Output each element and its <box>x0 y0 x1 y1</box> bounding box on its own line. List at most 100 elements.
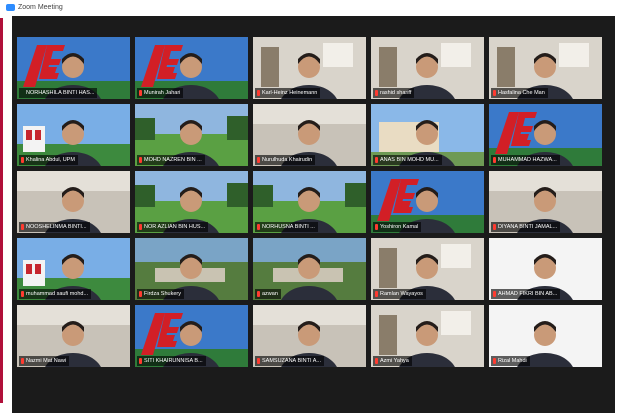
participant-name-label: AHMAD FIKRI BIN AB... <box>491 289 561 299</box>
participant-video-tile[interactable]: ANAS BIN MOHD MU... <box>371 104 484 166</box>
participant-video-tile[interactable]: NORHUSNA BINTI ... <box>253 171 366 233</box>
participant-video-tile[interactable]: Ramlan Wayayos <box>371 238 484 300</box>
muted-mic-icon <box>139 358 142 364</box>
participant-name: Nurulhuda Khairudin <box>262 157 313 163</box>
participant-name-label: MUHAMMAD HAZWA... <box>491 155 560 165</box>
zoom-logo-icon <box>6 4 15 11</box>
participant-video-tile[interactable]: Munirah Jahari <box>135 37 248 99</box>
participant-video-tile[interactable]: DIYANA BINTI JAMAL... <box>489 171 602 233</box>
participant-name-label: Firdza Shukery <box>137 289 184 299</box>
participant-name: AHMAD FIKRI BIN AB... <box>498 291 558 297</box>
participant-name-label: Khalina Abdul, UPM <box>19 155 78 165</box>
participant-name: MUHAMMAD HAZWA... <box>498 157 557 163</box>
participant-name-label: NORHUSNA BINTI ... <box>255 222 318 232</box>
participant-video-tile[interactable]: Karl-Heinz Heinemann <box>253 37 366 99</box>
muted-mic-icon <box>375 358 378 364</box>
muted-mic-icon <box>21 358 24 364</box>
participant-name: NOR AZLIAN BIN HUS... <box>144 224 206 230</box>
participant-name-label: SAMSUZANA BINTI A... <box>255 356 324 366</box>
participant-name: rashid shariff <box>380 90 412 96</box>
participant-name-label: Karl-Heinz Heinemann <box>255 88 321 98</box>
muted-mic-icon <box>257 291 260 297</box>
participant-name-label: Ramlan Wayayos <box>373 289 426 299</box>
participant-name: SAMSUZANA BINTI A... <box>262 358 321 364</box>
participant-name-label: NOR AZLIAN BIN HUS... <box>137 222 209 232</box>
participant-name: MOHD NAZREN BIN ... <box>144 157 202 163</box>
participant-name: Yoshiron Kamal <box>380 224 419 230</box>
muted-mic-icon <box>493 90 496 96</box>
muted-mic-icon <box>375 224 378 230</box>
participant-name-label: Rizal Mahdi <box>491 356 530 366</box>
muted-mic-icon <box>257 157 260 163</box>
background-window-edge <box>0 18 3 403</box>
participant-video-tile[interactable]: Hasfalina Che Man <box>489 37 602 99</box>
participant-video-tile[interactable]: MOHD NAZREN BIN ... <box>135 104 248 166</box>
participant-name-label: Nurulhuda Khairudin <box>255 155 316 165</box>
participant-name: DIYANA BINTI JAMAL... <box>498 224 558 230</box>
muted-mic-icon <box>375 291 378 297</box>
participant-name-label: Munirah Jahari <box>137 88 184 98</box>
participant-name: Munirah Jahari <box>144 90 181 96</box>
muted-mic-icon <box>257 90 260 96</box>
muted-mic-icon <box>493 358 496 364</box>
participant-video-tile[interactable]: Firdza Shukery <box>135 238 248 300</box>
muted-mic-icon <box>21 157 24 163</box>
muted-mic-icon <box>139 157 142 163</box>
participant-name-label: Azmi Yahya <box>373 356 412 366</box>
participant-video-tile[interactable]: NORHASHILA BINTI HAS... <box>17 37 130 99</box>
participant-video-tile[interactable]: SAMSUZANA BINTI A... <box>253 305 366 367</box>
muted-mic-icon <box>257 224 260 230</box>
title-bar: Zoom Meeting <box>0 0 629 16</box>
muted-mic-icon <box>375 157 378 163</box>
muted-mic-icon <box>375 90 378 96</box>
muted-mic-icon <box>257 358 260 364</box>
muted-mic-icon <box>21 291 24 297</box>
participant-name: Firdza Shukery <box>144 291 181 297</box>
participant-video-tile[interactable]: Rizal Mahdi <box>489 305 602 367</box>
participant-name-label: SITI KHAIRUNNISA B... <box>137 356 206 366</box>
muted-mic-icon <box>493 224 496 230</box>
participant-name-label: Nazmi Mat Nawi <box>19 356 70 366</box>
participant-name-label: Hasfalina Che Man <box>491 88 548 98</box>
participant-video-tile[interactable]: Azmi Yahya <box>371 305 484 367</box>
muted-mic-icon <box>493 291 496 297</box>
participant-name-label: DIYANA BINTI JAMAL... <box>491 222 561 232</box>
participant-name: Khalina Abdul, UPM <box>26 157 75 163</box>
participant-name-label: rashid shariff <box>373 88 415 98</box>
participant-name: NORHUSNA BINTI ... <box>262 224 315 230</box>
participant-video-tile[interactable]: Nazmi Mat Nawi <box>17 305 130 367</box>
participant-name-label: MOHD NAZREN BIN ... <box>137 155 205 165</box>
participant-video-tile[interactable]: AHMAD FIKRI BIN AB... <box>489 238 602 300</box>
muted-mic-icon <box>139 291 142 297</box>
participant-video-tile[interactable]: azwan <box>253 238 366 300</box>
participant-name: Rizal Mahdi <box>498 358 527 364</box>
participant-video-tile[interactable]: NOR AZLIAN BIN HUS... <box>135 171 248 233</box>
muted-mic-icon <box>493 157 496 163</box>
gallery-view: NORHASHILA BINTI HAS... Munirah Jahari Kar… <box>12 16 615 413</box>
participant-name: Karl-Heinz Heinemann <box>262 90 318 96</box>
participant-video-tile[interactable]: muhammad saufi mohd... <box>17 238 130 300</box>
participant-video-tile[interactable]: NOOSHELINMA BINTI... <box>17 171 130 233</box>
participant-video-tile[interactable]: Yoshiron Kamal <box>371 171 484 233</box>
participant-name-label: NOOSHELINMA BINTI... <box>19 222 90 232</box>
participant-name: SITI KHAIRUNNISA B... <box>144 358 203 364</box>
participant-name: NOOSHELINMA BINTI... <box>26 224 87 230</box>
muted-mic-icon <box>21 224 24 230</box>
participant-name-label: Yoshiron Kamal <box>373 222 422 232</box>
participant-name-label: NORHASHILA BINTI HAS... <box>19 88 98 98</box>
muted-mic-icon <box>139 224 142 230</box>
participant-video-tile[interactable]: Khalina Abdul, UPM <box>17 104 130 166</box>
participant-video-tile[interactable]: MUHAMMAD HAZWA... <box>489 104 602 166</box>
participant-video-tile[interactable]: SITI KHAIRUNNISA B... <box>135 305 248 367</box>
participant-video-tile[interactable]: Nurulhuda Khairudin <box>253 104 366 166</box>
participant-name: Azmi Yahya <box>380 358 409 364</box>
participant-name: ANAS BIN MOHD MU... <box>380 157 439 163</box>
participant-name: Nazmi Mat Nawi <box>26 358 67 364</box>
participant-name: NORHASHILA BINTI HAS... <box>26 90 95 96</box>
participant-name-label: muhammad saufi mohd... <box>19 289 92 299</box>
participant-name: Ramlan Wayayos <box>380 291 423 297</box>
participant-name: Hasfalina Che Man <box>498 90 545 96</box>
participant-video-tile[interactable]: rashid shariff <box>371 37 484 99</box>
participant-name-label: azwan <box>255 289 281 299</box>
participant-name: muhammad saufi mohd... <box>26 291 89 297</box>
